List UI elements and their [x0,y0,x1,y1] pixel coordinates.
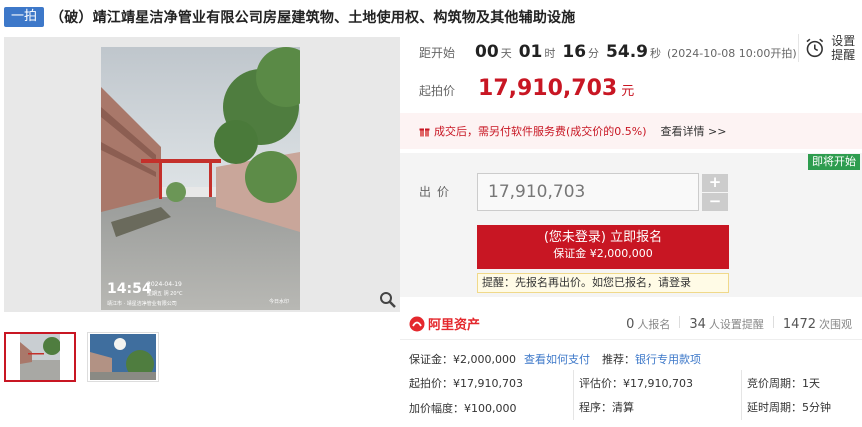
signup-deposit-label: 保证金 ¥2,000,000 [553,247,653,260]
countdown-minutes-unit: 分 [588,47,600,60]
platform-stats-row: 阿里资产 0 人报名 34 人设置提醒 1472 次围观 [400,306,862,340]
detail-procedure: 程序：清算 [579,401,634,414]
detail-increment: 加价幅度：¥100,000 [409,402,517,415]
photo-watermark-weather: 星期五 阴 20°C [147,290,183,297]
bid-amount-input[interactable]: 17,910,703 [477,173,699,211]
status-badge: 即将开始 [808,154,860,170]
reminder-count: 34 [689,317,706,332]
divider [573,370,574,420]
stats: 0 人报名 34 人设置提醒 1472 次围观 [626,316,852,332]
countdown: 距开始 00 天 01 时 16 分 54.9 秒 (2024-10-08 10… [419,42,797,62]
start-price: 起拍价 17,910,703 元 [419,76,634,101]
bid-area: 即将开始 出价 17,910,703 + − (您未登录) 立即报名 保证金 ¥… [400,153,862,297]
detail-assessed-price: 评估价：¥17,910,703 [579,377,693,390]
main-image-viewer[interactable]: 14:54 2024-04-19 星期五 阴 20°C 靖江市 · 靖星洁净管业… [4,37,400,312]
decrease-bid-button[interactable]: − [702,193,728,211]
photo-watermark-brand: 今日水印 [269,298,289,305]
bank-funds-link[interactable]: 银行专用款项 [635,351,701,367]
view-count: 1472 [782,317,816,332]
photo-watermark-date: 2024-04-19 [147,281,182,288]
set-reminder-label: 设置提醒 [831,34,856,62]
login-tip: 提醒：先报名再出价。如您已报名，请登录 [477,273,729,293]
reminder-count-label: 人设置提醒 [708,318,764,331]
signup-button-label: (您未登录) 立即报名 [543,230,663,245]
auction-round-badge: 一拍 [4,7,45,27]
alarm-clock-icon [806,38,824,58]
countdown-days: 00 [475,42,499,62]
service-fee-notice: 成交后，需另付软件服务费(成交价的0.5%) 查看详情 >> [400,113,862,149]
detail-extension: 延时周期：5分钟 [747,401,831,414]
recommend-label: 推荐： [601,353,635,366]
divider [741,370,742,420]
signup-count-label: 人报名 [637,318,671,331]
countdown-label: 距开始 [419,46,456,60]
title-bar: 一拍 （破）靖江靖星洁净管业有限公司房屋建筑物、土地使用权、构筑物及其他辅助设施 [4,6,575,28]
detail-bid-cycle: 竞价周期：1天 [747,377,820,390]
start-price-label: 起拍价 [419,84,456,98]
countdown-days-unit: 天 [500,47,512,60]
countdown-hours: 01 [518,42,543,62]
start-price-unit: 元 [621,84,635,99]
page-title: （破）靖江靖星洁净管业有限公司房屋建筑物、土地使用权、构筑物及其他辅助设施 [50,10,576,26]
divider [772,316,774,328]
service-fee-text: 成交后，需另付软件服务费(成交价的0.5%) [434,125,647,138]
gift-icon [419,128,430,136]
photo-watermark-time: 14:54 [107,281,152,297]
detail-start-price: 起拍价：¥17,910,703 [409,377,523,390]
deposit-amount: 保证金：¥2,000,000 [409,353,516,366]
zoom-icon[interactable] [378,290,398,310]
photo-watermark-location: 靖江市 · 靖星洁净管业有限公司 [107,300,177,307]
thumbnail-strip [4,332,159,382]
countdown-hours-unit: 时 [544,47,556,60]
ali-logo-icon [409,316,425,331]
countdown-minutes: 16 [562,42,587,62]
thumbnail-2[interactable] [87,332,159,382]
signup-button[interactable]: (您未登录) 立即报名 保证金 ¥2,000,000 [477,225,729,269]
countdown-seconds-unit: 秒 [649,47,661,60]
view-count-label: 次围观 [819,318,852,331]
countdown-start-time: (2024-10-08 10:00开拍) [666,47,797,60]
countdown-seconds: 54.9 [606,42,648,62]
ali-assets-logo[interactable]: 阿里资产 [409,314,480,333]
ali-assets-name: 阿里资产 [428,318,481,333]
bid-label: 出价 [419,185,456,199]
how-to-pay-link[interactable]: 查看如何支付 [524,351,590,367]
main-photo: 14:54 2024-04-19 星期五 阴 20°C 靖江市 · 靖星洁净管业… [101,47,300,310]
signup-count: 0 [626,317,635,332]
divider [679,316,681,328]
set-reminder-button[interactable]: 设置提醒 [798,34,858,62]
view-details-link[interactable]: 查看详情 >> [661,123,727,139]
start-price-value: 17,910,703 [478,76,618,101]
thumbnail-1[interactable] [4,332,76,382]
deposit-row: 保证金：¥2,000,000 查看如何支付 推荐： 银行专用款项 [409,351,701,367]
increase-bid-button[interactable]: + [702,174,728,192]
